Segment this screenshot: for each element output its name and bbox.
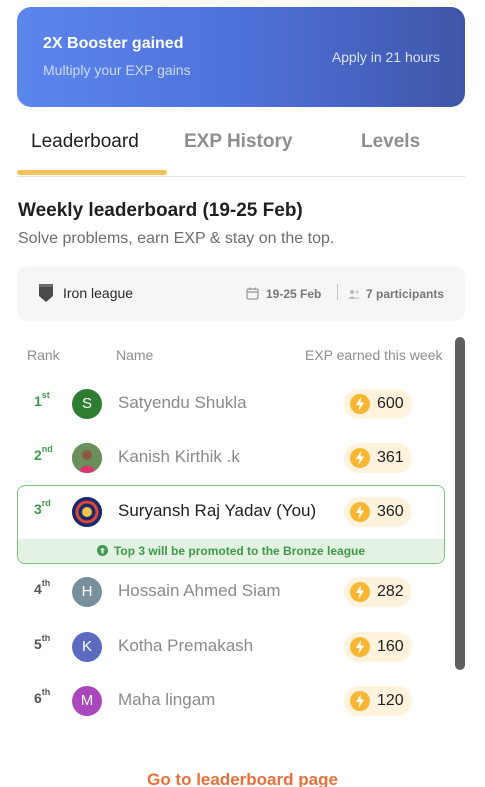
league-dates: 19-25 Feb [266, 287, 322, 301]
avatar: K [72, 632, 102, 662]
participants-count: 7 participants [366, 287, 445, 301]
exp-value: 160 [377, 638, 404, 655]
leaderboard-row[interactable]: 1st S Satyendu Shukla 600 [17, 378, 445, 428]
profile-photo-icon [72, 443, 102, 473]
exp-value: 282 [377, 583, 404, 600]
rank: 3rd [34, 498, 51, 517]
leaderboard-row[interactable]: 5th K Kotha Premakash 160 [17, 621, 445, 671]
avatar: S [72, 389, 102, 419]
league-name: Iron league [63, 285, 134, 301]
tab-levels[interactable]: Levels [361, 131, 420, 153]
promotion-banner: Top 3 will be promoted to the Bronze lea… [18, 539, 444, 563]
rank: 2nd [34, 444, 53, 463]
user-name: Hossain Ahmed Siam [118, 581, 281, 600]
user-name: Suryansh Raj Yadav (You) [118, 501, 317, 520]
league-card: Iron league 19-25 Feb 7 participants [17, 266, 465, 321]
tab-leaderboard[interactable]: Leaderboard [31, 131, 139, 153]
promotion-text: Top 3 will be promoted to the Bronze lea… [113, 544, 366, 558]
lightning-icon [350, 637, 370, 657]
exp-badge: 282 [344, 577, 412, 607]
lightning-icon [350, 394, 370, 414]
column-header-rank: Rank [27, 347, 60, 363]
exp-badge: 120 [344, 686, 412, 716]
user-name: Satyendu Shukla [118, 393, 247, 412]
column-header-name: Name [116, 347, 154, 363]
exp-badge: 360 [344, 497, 412, 527]
divider [337, 284, 338, 300]
shield-icon [39, 284, 53, 302]
rank: 5th [34, 633, 51, 652]
exp-value: 120 [377, 692, 404, 709]
avatar: H [72, 577, 102, 607]
leaderboard-row[interactable]: 6th M Maha lingam 120 [17, 675, 445, 725]
emblem-icon [72, 497, 102, 527]
rank: 6th [34, 687, 51, 706]
banner-subtitle: Multiply your EXP gains [43, 62, 191, 78]
leaderboard-row[interactable]: 4th H Hossain Ahmed Siam 282 [17, 566, 445, 616]
banner-apply-text: Apply in 21 hours [331, 49, 440, 65]
leaderboard-title: Weekly leaderboard (19-25 Feb) [18, 200, 303, 221]
exp-badge: 160 [344, 632, 412, 662]
booster-banner[interactable]: 2X Booster gained Multiply your EXP gain… [17, 7, 465, 107]
leaderboard-row[interactable]: 2nd Kanish Kirthik .k 361 [17, 432, 445, 482]
exp-value: 361 [377, 449, 404, 466]
exp-badge: 361 [344, 443, 412, 473]
active-tab-indicator [17, 170, 167, 175]
leaderboard-row-current-user[interactable]: 3rd Suryansh Raj Yadav (You) 360 [17, 486, 445, 536]
exp-badge: 600 [344, 389, 412, 419]
lightning-icon [350, 502, 370, 522]
banner-title: 2X Booster gained [43, 35, 184, 52]
column-header-exp: EXP earned this week [305, 347, 443, 363]
avatar: M [72, 686, 102, 716]
exp-value: 600 [377, 395, 404, 412]
go-to-leaderboard-link[interactable]: Go to leaderboard page [0, 770, 485, 787]
lightning-icon [350, 448, 370, 468]
user-name: Maha lingam [118, 690, 216, 709]
avatar [72, 443, 102, 473]
avatar [72, 497, 102, 527]
user-name: Kanish Kirthik .k [118, 447, 240, 466]
rank: 1st [34, 390, 50, 409]
tab-bar: Leaderboard EXP History Levels [17, 125, 465, 177]
rank: 4th [34, 578, 51, 597]
arrow-up-circle-icon [96, 545, 108, 556]
user-name: Kotha Premakash [118, 636, 254, 655]
people-icon [348, 290, 360, 299]
exp-value: 360 [377, 503, 404, 520]
lightning-icon [350, 691, 370, 711]
calendar-icon [246, 287, 259, 300]
scrollbar-thumb[interactable] [455, 337, 465, 670]
leaderboard-subtitle: Solve problems, earn EXP & stay on the t… [18, 230, 335, 247]
tab-exp-history[interactable]: EXP History [184, 131, 292, 153]
lightning-icon [350, 582, 370, 602]
